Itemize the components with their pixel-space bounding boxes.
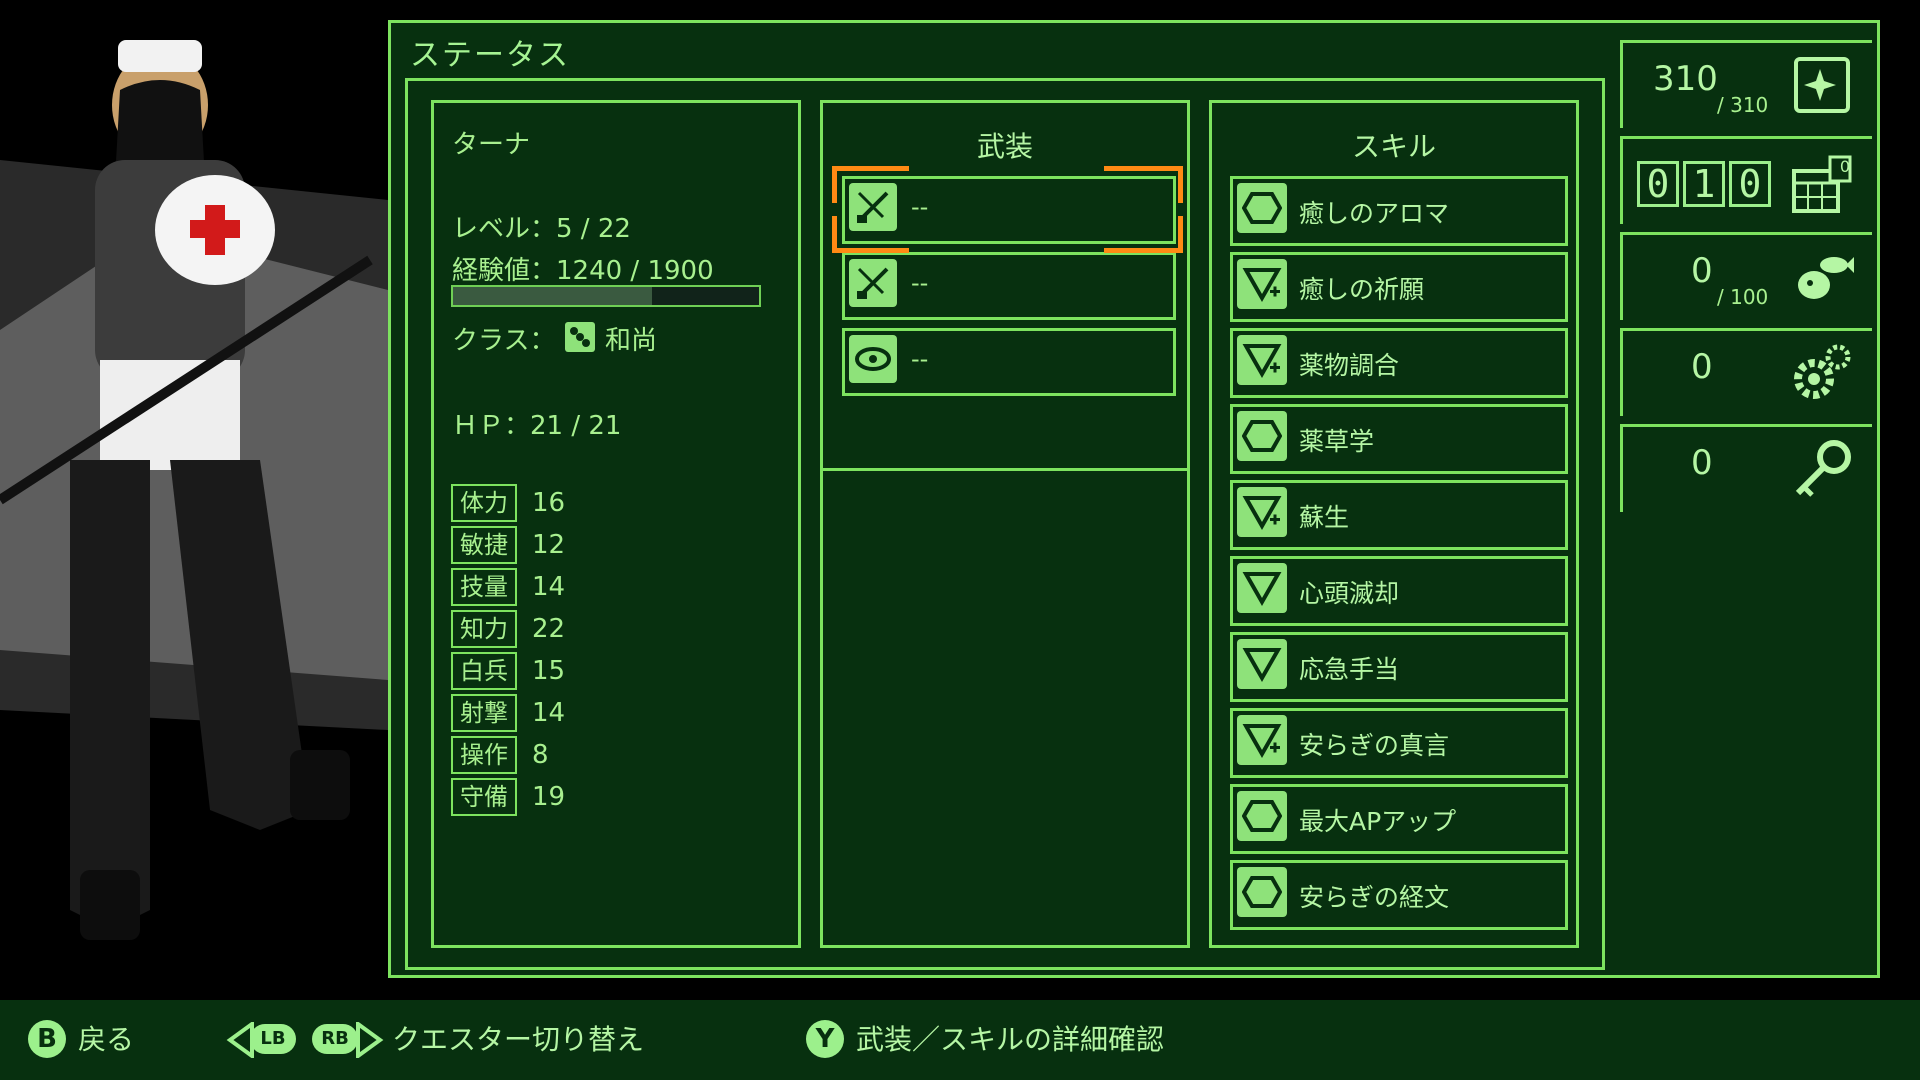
stat-value: 16	[532, 488, 566, 518]
stat-value: 14	[532, 572, 566, 602]
sparkle-icon	[1794, 57, 1850, 113]
equipment-header: 武装	[976, 130, 1033, 163]
switch-quester-hint[interactable]: クエスター切り替え	[392, 1018, 644, 1058]
active-plus-skill-icon	[1237, 335, 1287, 385]
stat-label: 守備	[451, 778, 517, 816]
skill-item[interactable]: 癒しの祈願	[1230, 252, 1568, 322]
equipment-slot-label: --	[911, 193, 929, 221]
b-button-icon: B	[28, 1020, 66, 1058]
skill-label: 蘇生	[1299, 503, 1350, 532]
stat-label: 射撃	[451, 694, 517, 732]
stat-label: 体力	[451, 484, 517, 522]
active-plus-skill-icon	[1237, 715, 1287, 765]
melee-weapon-icon	[849, 259, 897, 307]
passive-skill-icon	[1237, 867, 1287, 917]
day-counter-panel: 0 1 0 0	[1620, 136, 1872, 224]
keys-panel: 0	[1620, 424, 1872, 512]
stat-label: 技量	[451, 568, 517, 606]
equipment-slot-2[interactable]: --	[842, 252, 1176, 320]
counter-digit: 0	[1637, 161, 1679, 207]
stat-value: 14	[532, 698, 566, 728]
character-name: ターナ	[452, 130, 531, 160]
skill-item[interactable]: 安らぎの真言	[1230, 708, 1568, 778]
equipment-slot-label: --	[911, 269, 929, 297]
stat-value: 22	[532, 614, 566, 644]
rb-button-icon: RB	[312, 1024, 358, 1054]
active-plus-skill-icon	[1237, 259, 1287, 309]
food-panel: 0 / 100	[1620, 232, 1872, 320]
y-button-icon: Y	[806, 1020, 844, 1058]
skill-label: 心頭滅却	[1299, 579, 1400, 608]
screen-title: ステータス	[410, 38, 570, 73]
skill-item[interactable]: 最大APアップ	[1230, 784, 1568, 854]
stat-value: 15	[532, 656, 566, 686]
stat-value: 8	[532, 740, 549, 770]
parts-panel: 0	[1620, 328, 1872, 416]
right-arrow-icon	[356, 1022, 384, 1058]
stat-value: 19	[532, 782, 566, 812]
lb-button-icon: LB	[250, 1024, 296, 1054]
active-skill-icon	[1237, 563, 1287, 613]
keys-value: 0	[1691, 443, 1713, 483]
skill-label: 最大APアップ	[1299, 807, 1457, 836]
class-name: 和尚	[605, 326, 658, 356]
exp-progress-bar	[451, 285, 761, 307]
detail-hint[interactable]: 武装／スキルの詳細確認	[856, 1018, 1164, 1058]
passive-skill-icon	[1237, 183, 1287, 233]
class-icon	[565, 322, 595, 352]
stat-label: 白兵	[451, 652, 517, 690]
skill-item[interactable]: 薬草学	[1230, 404, 1568, 474]
active-plus-skill-icon	[1237, 487, 1287, 537]
ap-panel: 310 / 310	[1620, 40, 1872, 128]
skill-item[interactable]: 蘇生	[1230, 480, 1568, 550]
skill-item[interactable]: 安らぎの経文	[1230, 860, 1568, 930]
stat-label: 敏捷	[451, 526, 517, 564]
passive-skill-icon	[1237, 791, 1287, 841]
back-hint[interactable]: 戻る	[78, 1018, 134, 1058]
level-text: レベル：5 / 22	[452, 214, 631, 244]
skill-label: 安らぎの真言	[1299, 731, 1450, 760]
hp-text: ＨＰ：21 / 21	[452, 411, 622, 441]
ap-max: / 310	[1717, 93, 1769, 117]
skill-label: 癒しのアロマ	[1299, 199, 1450, 228]
skills-header: スキル	[1351, 130, 1436, 163]
skill-item[interactable]: 応急手当	[1230, 632, 1568, 702]
key-icon	[1795, 440, 1851, 497]
counter-digit: 0	[1729, 161, 1771, 207]
skill-item[interactable]: 薬物調合	[1230, 328, 1568, 398]
skill-label: 薬物調合	[1299, 351, 1400, 380]
accessory-icon	[849, 335, 897, 383]
equipment-slot-3[interactable]: --	[842, 328, 1176, 396]
parts-value: 0	[1691, 347, 1713, 387]
skill-label: 応急手当	[1299, 655, 1400, 684]
skill-item[interactable]: 癒しのアロマ	[1230, 176, 1568, 246]
equipment-slot-label: --	[911, 345, 929, 373]
food-icon	[1798, 257, 1854, 299]
stat-value: 12	[532, 530, 566, 560]
food-max: / 100	[1717, 285, 1769, 309]
stat-label: 操作	[451, 736, 517, 774]
skill-label: 薬草学	[1299, 427, 1375, 456]
calendar-badge: 0	[1839, 157, 1850, 176]
gear-icon	[1794, 344, 1851, 399]
ap-value: 310	[1653, 59, 1718, 99]
skill-label: 癒しの祈願	[1299, 275, 1425, 304]
skill-item[interactable]: 心頭滅却	[1230, 556, 1568, 626]
passive-skill-icon	[1237, 411, 1287, 461]
class-prefix: クラス：	[452, 326, 556, 356]
stat-label: 知力	[451, 610, 517, 648]
active-skill-icon	[1237, 639, 1287, 689]
day-counter: 0 1 0	[1637, 161, 1771, 207]
counter-digit: 1	[1683, 161, 1725, 207]
character-portrait	[0, 40, 388, 940]
food-value: 0	[1691, 251, 1713, 291]
exp-progress-fill	[453, 287, 652, 305]
exp-text: 経験値：1240 / 1900	[452, 256, 714, 286]
skill-label: 安らぎの経文	[1299, 883, 1450, 912]
equipment-divider	[823, 468, 1187, 471]
